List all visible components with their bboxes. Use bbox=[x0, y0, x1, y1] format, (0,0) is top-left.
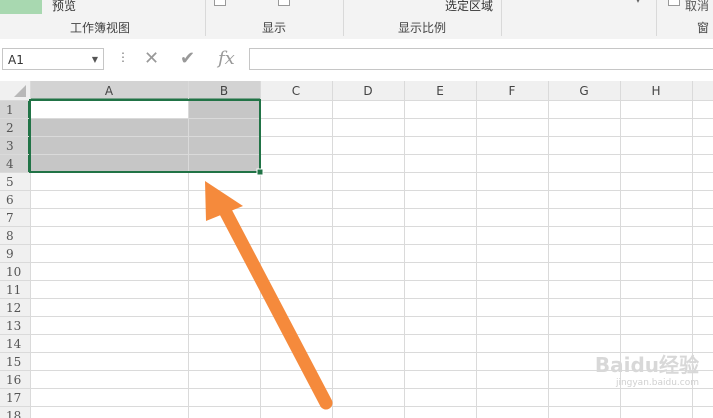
row-header-9[interactable]: 9 bbox=[6, 247, 14, 261]
row-header-3[interactable]: 3 bbox=[6, 139, 14, 153]
column-header-h[interactable]: H bbox=[651, 84, 660, 98]
name-box-value: A1 bbox=[8, 53, 24, 67]
workbook-views-group-label: 工作簿视图 bbox=[70, 21, 131, 35]
row-header-10[interactable]: 10 bbox=[6, 265, 21, 279]
preview-label[interactable]: 预览 bbox=[52, 0, 76, 14]
formula-input[interactable] bbox=[249, 48, 713, 70]
cancel-hide-checkbox[interactable] bbox=[668, 0, 680, 6]
row-header-15[interactable]: 15 bbox=[6, 355, 21, 369]
row-header-2[interactable]: 2 bbox=[6, 121, 14, 135]
selection-fill bbox=[30, 118, 260, 172]
ribbon-separator bbox=[205, 0, 206, 36]
ribbon: 预览 工作簿视图 显示 选定区域 显示比例 ▾ 取消 窗 bbox=[0, 0, 713, 40]
formula-buttons: ✕ ✔ fx bbox=[136, 48, 246, 70]
watermark-text: Baidu经验 bbox=[594, 353, 699, 377]
baidu-watermark: Baidu经验 jingyan.baidu.com bbox=[595, 349, 699, 388]
gridlines-checkbox[interactable] bbox=[278, 0, 290, 6]
row-header-11[interactable]: 11 bbox=[6, 283, 21, 297]
row-header-8[interactable]: 8 bbox=[6, 229, 14, 243]
fill-handle[interactable] bbox=[256, 168, 264, 176]
row-header-1[interactable]: 1 bbox=[6, 103, 14, 117]
ribbon-separator bbox=[656, 0, 657, 36]
insert-function-icon[interactable]: fx bbox=[218, 48, 235, 69]
row-header-13[interactable]: 13 bbox=[6, 319, 21, 333]
dropdown-arrow-icon[interactable]: ▾ bbox=[636, 0, 640, 5]
row-header-17[interactable]: 17 bbox=[6, 391, 21, 405]
row-header-14[interactable]: 14 bbox=[6, 337, 22, 351]
cancel-hide-label: 取消 bbox=[685, 0, 710, 13]
row-header-5[interactable]: 5 bbox=[6, 175, 14, 189]
ruler-checkbox[interactable] bbox=[214, 0, 226, 6]
column-header-d[interactable]: D bbox=[363, 84, 372, 98]
name-box[interactable]: A1 ▼ bbox=[2, 48, 104, 70]
row-header-6[interactable]: 6 bbox=[6, 193, 14, 207]
zoom-group-label: 显示比例 bbox=[398, 21, 447, 35]
name-box-dropdown-icon[interactable]: ▼ bbox=[92, 49, 98, 71]
column-header-f[interactable]: F bbox=[509, 84, 516, 98]
selection-fill-b1 bbox=[188, 100, 260, 118]
preview-thumbnail[interactable] bbox=[0, 0, 42, 14]
formula-bar-grip-icon: ⋮ bbox=[117, 50, 129, 64]
window-group-label: 窗 bbox=[697, 21, 710, 35]
row-header-12[interactable]: 12 bbox=[6, 301, 21, 315]
zoom-to-selection-button[interactable]: 选定区域 bbox=[445, 0, 493, 14]
ribbon-separator bbox=[343, 0, 344, 36]
column-header-b[interactable]: B bbox=[220, 84, 228, 98]
row-header-7[interactable]: 7 bbox=[6, 211, 14, 225]
annotation-arrow-shaft bbox=[215, 198, 333, 410]
column-header-g[interactable]: G bbox=[579, 84, 588, 98]
row-header-16[interactable]: 16 bbox=[6, 373, 21, 387]
cancel-entry-icon[interactable]: ✕ bbox=[144, 48, 159, 69]
display-group-label: 显示 bbox=[262, 21, 287, 35]
watermark-sub: jingyan.baidu.com bbox=[615, 378, 699, 388]
enter-entry-icon[interactable]: ✔ bbox=[180, 48, 195, 69]
row-header-18[interactable]: 18 bbox=[6, 409, 21, 418]
column-header-e[interactable]: E bbox=[436, 84, 444, 98]
ribbon-separator bbox=[501, 0, 502, 36]
row-header-4[interactable]: 4 bbox=[6, 157, 14, 171]
column-header-a[interactable]: A bbox=[105, 84, 114, 98]
column-header-c[interactable]: C bbox=[292, 84, 300, 98]
